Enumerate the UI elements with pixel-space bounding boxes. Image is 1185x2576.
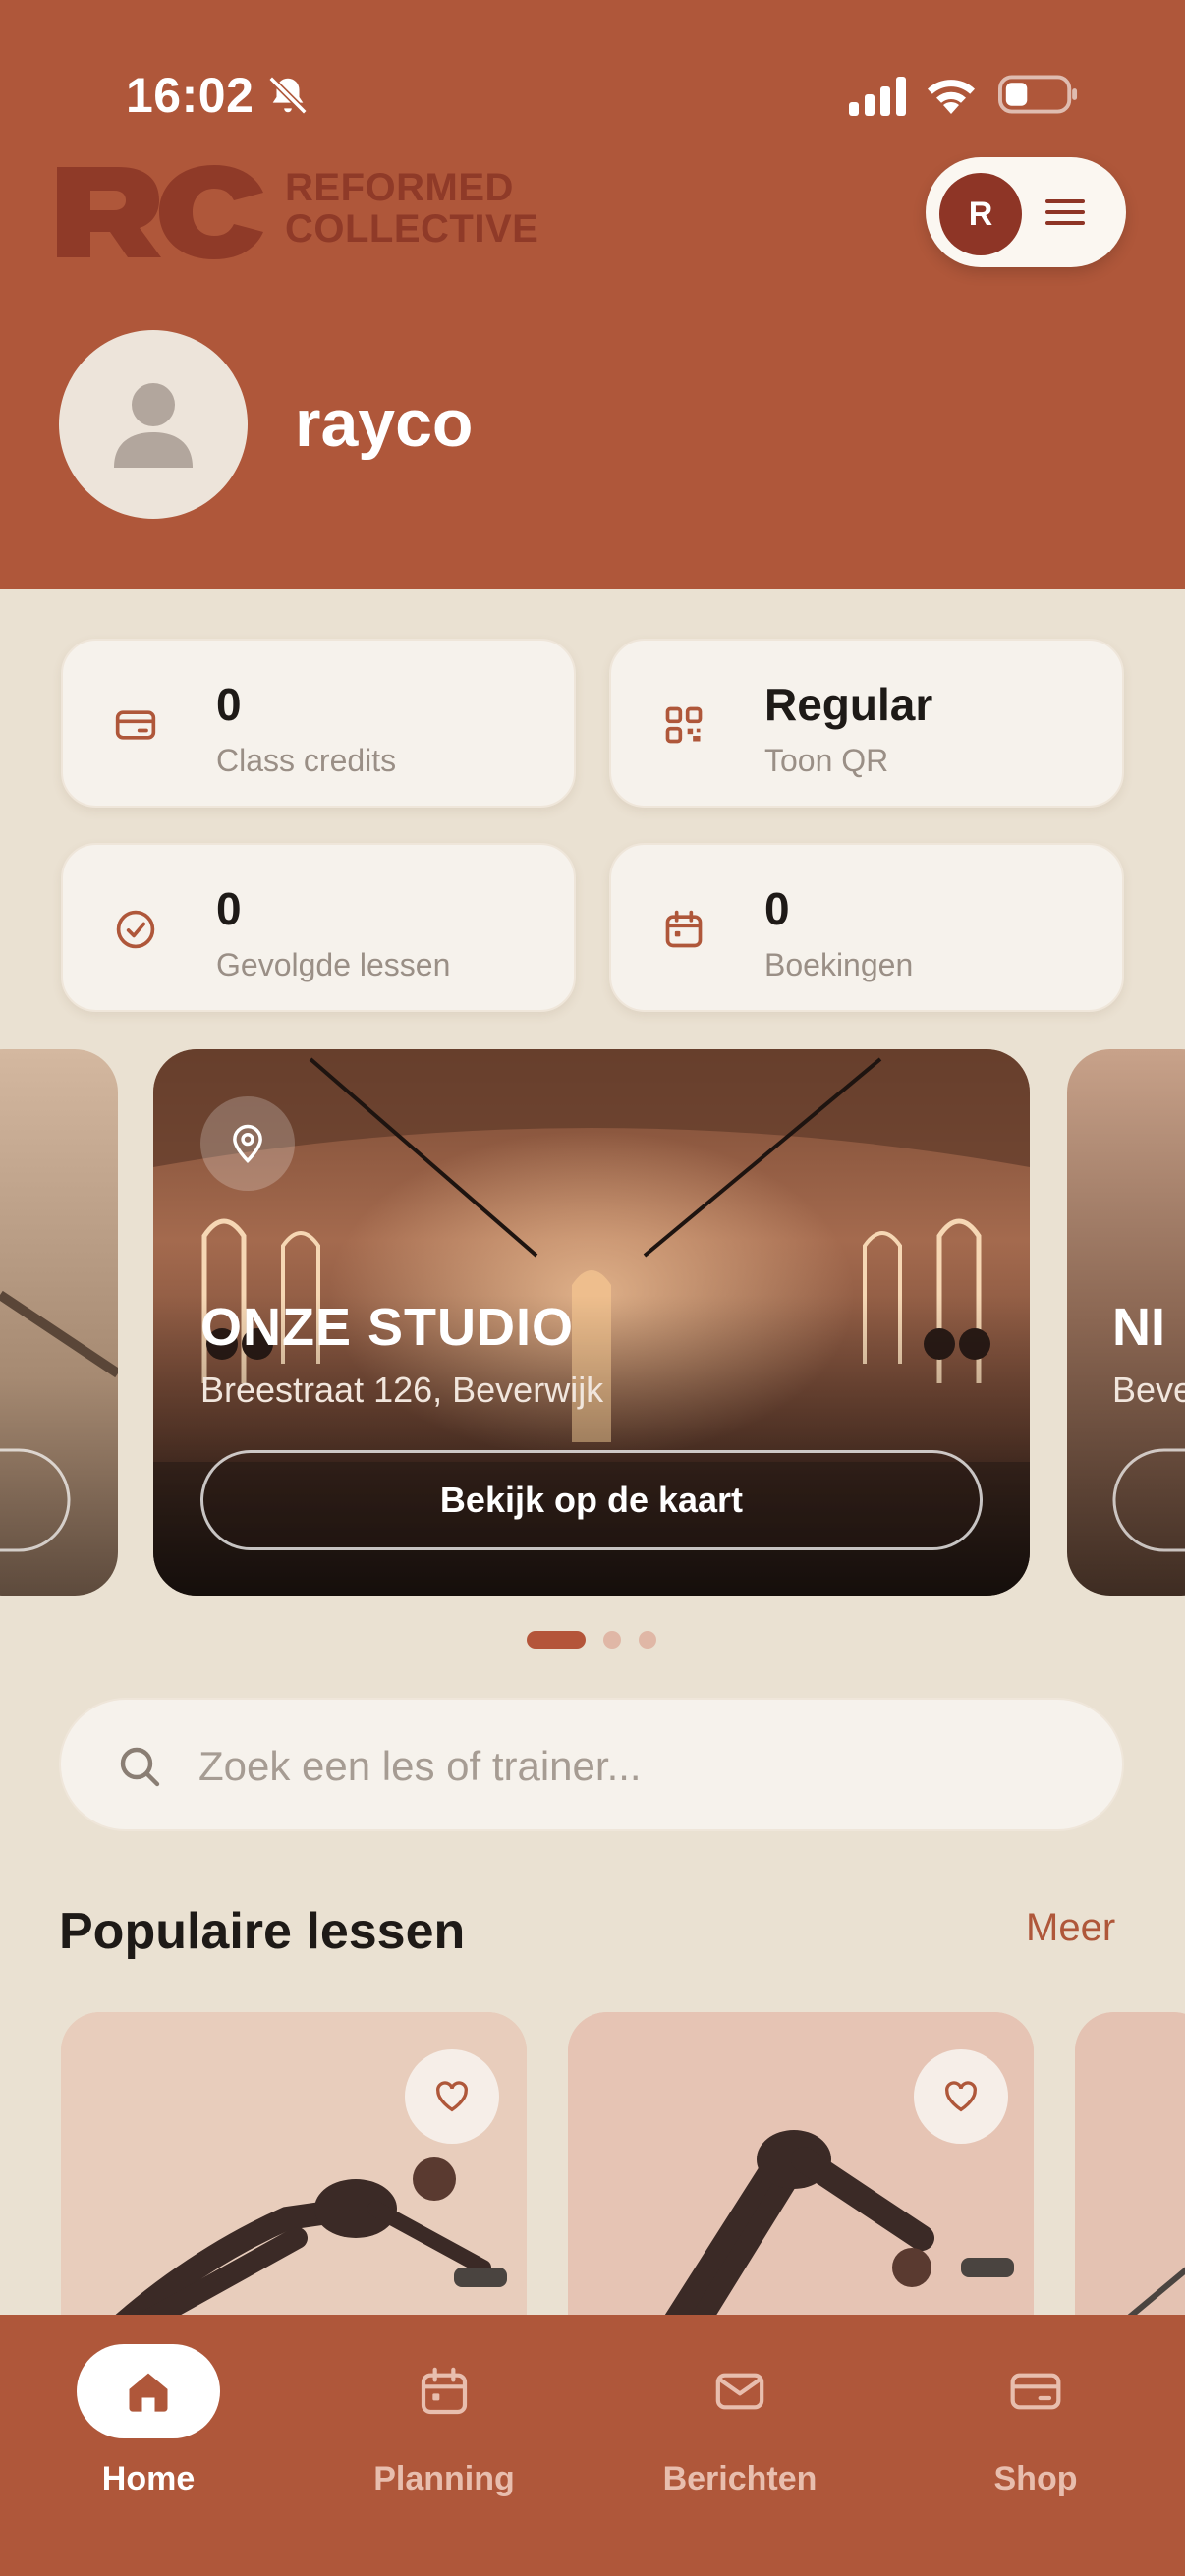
more-link[interactable]: Meer bbox=[1026, 1906, 1115, 1950]
heart-icon bbox=[436, 2081, 468, 2112]
profile-menu-button[interactable]: R bbox=[926, 157, 1126, 267]
bottom-navigation: Home Planning Berichten Shop bbox=[0, 2315, 1185, 2576]
stat-card-bookings[interactable]: 0 Boekingen bbox=[609, 843, 1124, 1012]
studio-address: Breestraat 126, Beverwijk bbox=[200, 1370, 604, 1410]
pagination-dot[interactable] bbox=[639, 1631, 656, 1649]
mail-icon bbox=[715, 2373, 764, 2410]
previous-card-photo bbox=[0, 1049, 118, 1596]
bell-off-icon bbox=[268, 76, 308, 115]
stat-card-class-credits[interactable]: 0 Class credits bbox=[61, 639, 576, 808]
next-card-address: Beve bbox=[1112, 1370, 1185, 1410]
nav-label: Planning bbox=[373, 2460, 515, 2497]
pagination-dot[interactable] bbox=[603, 1631, 621, 1649]
search-bar[interactable] bbox=[59, 1698, 1124, 1831]
nav-item-shop[interactable]: Shop bbox=[942, 2344, 1139, 2521]
brand-name: REFORMED COLLECTIVE bbox=[285, 166, 539, 251]
view-on-map-button[interactable]: Bekijk op de kaart bbox=[200, 1450, 983, 1550]
brand-logo: REFORMED COLLECTIVE bbox=[57, 163, 578, 261]
pagination-dot-active[interactable] bbox=[527, 1631, 586, 1649]
nav-label: Shop bbox=[993, 2460, 1078, 2497]
location-pin-button[interactable] bbox=[200, 1096, 295, 1191]
stat-value: 0 bbox=[216, 679, 242, 730]
stat-value: 0 bbox=[216, 883, 242, 934]
heart-icon bbox=[945, 2081, 977, 2112]
qr-code-icon bbox=[665, 706, 703, 744]
studio-title: ONZE STUDIO bbox=[200, 1298, 575, 1357]
calendar-icon bbox=[665, 910, 703, 948]
location-pin-icon bbox=[233, 1124, 262, 1163]
stat-label: Class credits bbox=[216, 743, 397, 778]
battery-icon bbox=[998, 75, 1078, 114]
stat-value: Regular bbox=[764, 679, 933, 730]
popular-classes-title: Populaire lessen bbox=[59, 1903, 466, 1960]
header: 16:02 REFORMED COLLECTIVE R rayco bbox=[0, 0, 1185, 589]
next-card-title: NI bbox=[1112, 1298, 1165, 1357]
carousel-card-studio[interactable]: ONZE STUDIO Breestraat 126, Beverwijk Be… bbox=[153, 1049, 1030, 1596]
carousel-card-previous[interactable] bbox=[0, 1049, 118, 1596]
nav-item-berichten[interactable]: Berichten bbox=[647, 2344, 843, 2521]
credit-card-icon bbox=[115, 710, 156, 740]
favorite-button[interactable] bbox=[914, 2049, 1008, 2144]
stat-value: 0 bbox=[764, 883, 790, 934]
user-initial-avatar: R bbox=[939, 173, 1022, 255]
carousel-card-next[interactable]: NI Beve bbox=[1067, 1049, 1185, 1596]
search-input[interactable] bbox=[198, 1729, 1063, 1804]
wallet-icon bbox=[1010, 2373, 1061, 2410]
search-icon bbox=[120, 1747, 160, 1787]
wifi-icon bbox=[928, 80, 975, 114]
status-time: 16:02 bbox=[126, 68, 254, 123]
rc-logo-mark bbox=[57, 165, 263, 259]
nav-label: Home bbox=[101, 2460, 196, 2497]
check-circle-icon bbox=[116, 910, 155, 949]
username: rayco bbox=[295, 386, 474, 461]
home-icon bbox=[129, 2373, 168, 2412]
nav-item-home[interactable]: Home bbox=[55, 2344, 252, 2521]
stat-label: Gevolgde lessen bbox=[216, 947, 451, 982]
user-placeholder-icon bbox=[114, 383, 193, 468]
status-bar: 16:02 bbox=[0, 59, 1185, 138]
nav-item-planning[interactable]: Planning bbox=[351, 2344, 547, 2521]
favorite-button[interactable] bbox=[405, 2049, 499, 2144]
calendar-icon bbox=[421, 2367, 468, 2415]
cellular-signal-icon bbox=[849, 77, 906, 116]
nav-label: Berichten bbox=[662, 2460, 818, 2497]
stat-card-followed-lessons[interactable]: 0 Gevolgde lessen bbox=[61, 843, 576, 1012]
stat-label: Toon QR bbox=[764, 743, 889, 778]
stat-card-membership-qr[interactable]: Regular Toon QR bbox=[609, 639, 1124, 808]
stat-label: Boekingen bbox=[764, 947, 914, 982]
profile-avatar[interactable] bbox=[59, 330, 248, 519]
hamburger-menu-icon bbox=[1045, 199, 1085, 225]
